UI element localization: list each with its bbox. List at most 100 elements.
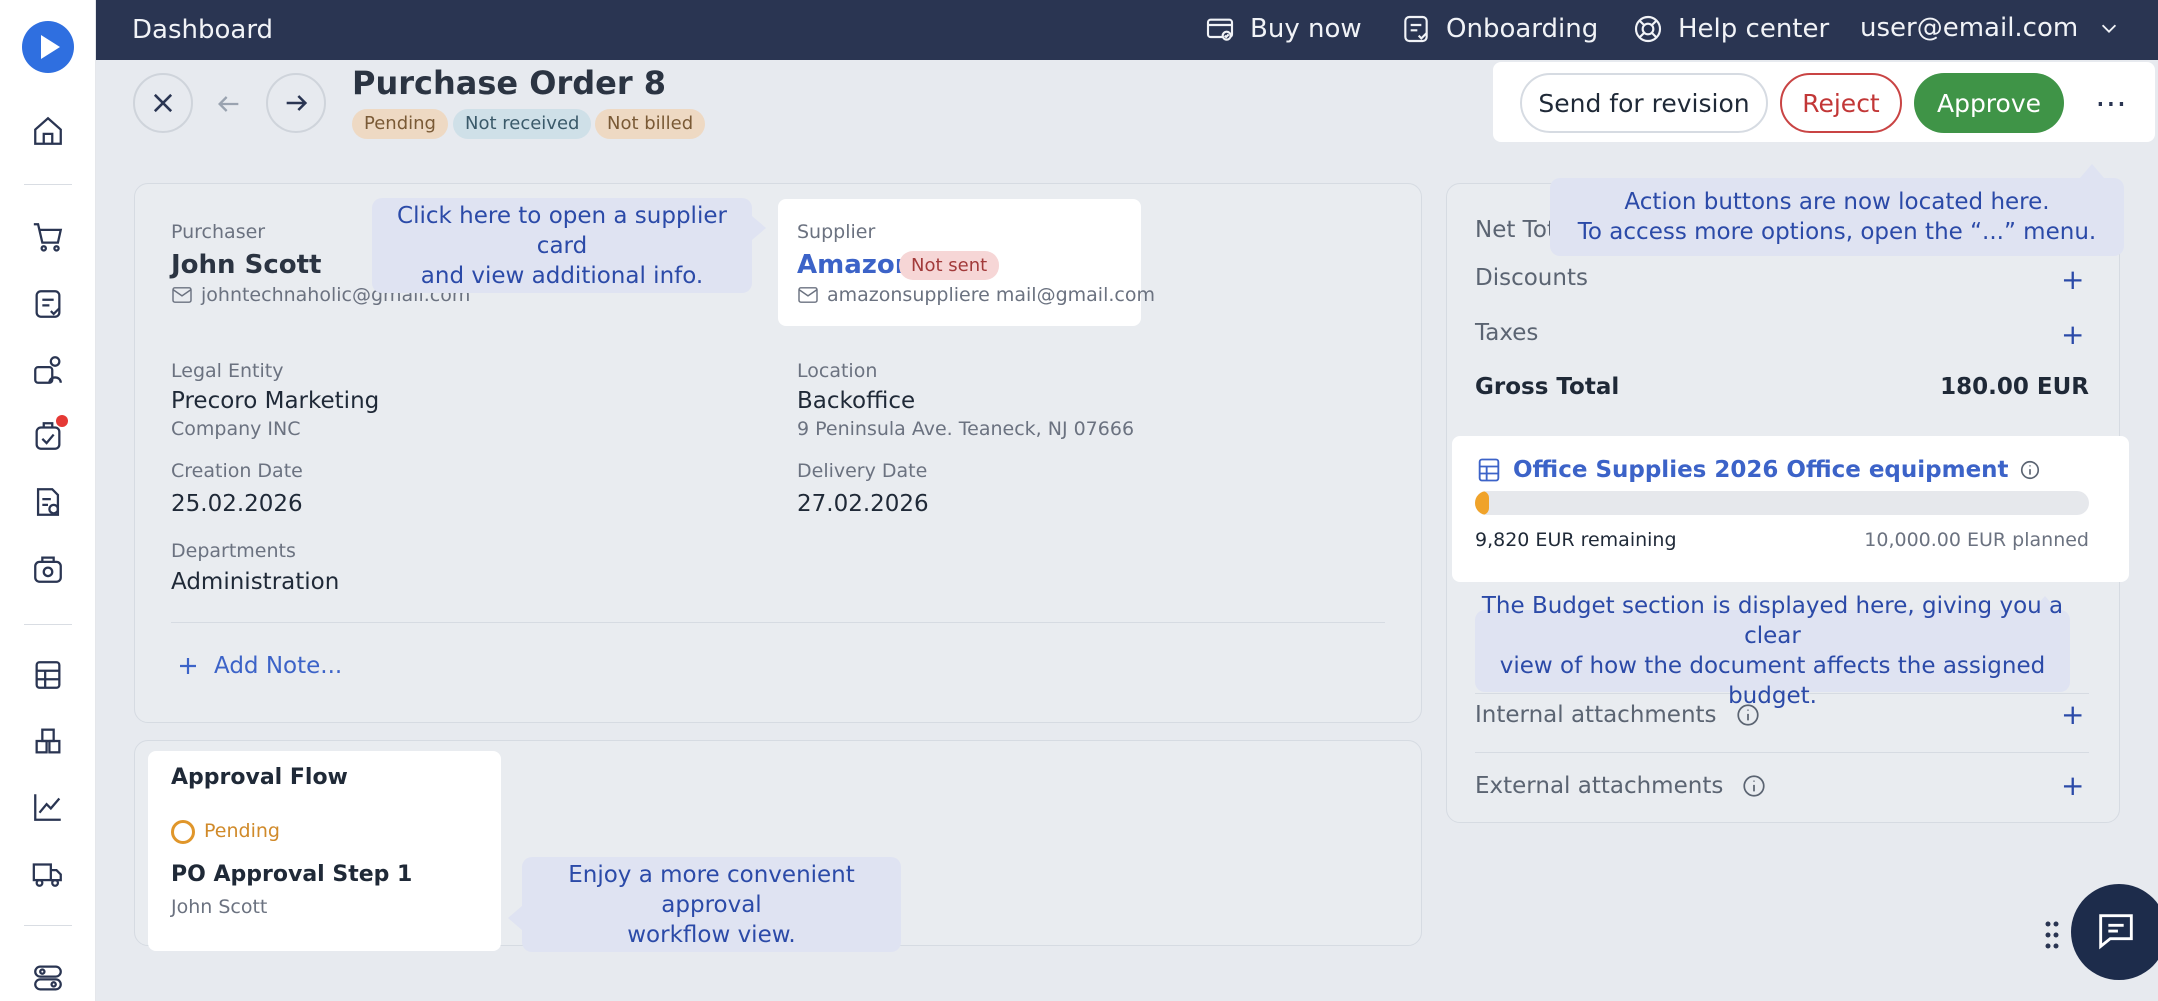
divider <box>1475 752 2089 753</box>
legal-entity-label: Legal Entity <box>171 360 284 382</box>
status-badge-received: Not received <box>453 109 592 139</box>
discounts-label: Discounts <box>1475 265 1588 291</box>
analytics-icon[interactable] <box>28 787 68 827</box>
approval-flow-title: Approval Flow <box>171 765 348 790</box>
add-note-button[interactable]: Add Note... <box>176 653 342 679</box>
delivery-date-label: Delivery Date <box>797 460 928 482</box>
info-icon[interactable] <box>2019 459 2041 481</box>
purchaser-label: Purchaser <box>171 221 266 243</box>
actions-tooltip: Action buttons are now located here. To … <box>1550 178 2124 256</box>
send-for-revision-button[interactable]: Send for revision <box>1520 73 1768 133</box>
status-badge-billed: Not billed <box>595 109 706 139</box>
buy-now-label: Buy now <box>1250 14 1362 44</box>
sidebar <box>0 0 96 1001</box>
tooltip-text: Enjoy a more convenient approval <box>568 861 855 918</box>
drag-handle-icon[interactable] <box>2044 920 2060 950</box>
location-label: Location <box>797 360 878 382</box>
delivery-date-value: 27.02.2026 <box>797 491 929 517</box>
user-menu[interactable]: user@email.com <box>1860 13 2120 43</box>
supplier-icon[interactable] <box>28 350 68 390</box>
info-icon[interactable] <box>1741 773 1767 799</box>
home-icon[interactable] <box>28 111 68 151</box>
delivery-truck-icon[interactable] <box>28 853 68 893</box>
budget-icon <box>1478 458 1500 482</box>
supplier-label: Supplier <box>797 221 876 243</box>
reject-button[interactable]: Reject <box>1780 73 1902 133</box>
budget-remaining: 9,820 EUR remaining <box>1475 529 1677 551</box>
onboarding-link[interactable]: Onboarding <box>1400 13 1598 45</box>
warehouse-icon[interactable] <box>28 721 68 761</box>
cart-icon[interactable] <box>28 217 68 257</box>
arrow-left-icon <box>218 96 239 112</box>
more-options-button[interactable]: ⋯ <box>2083 73 2139 133</box>
settings-icon[interactable] <box>28 958 68 998</box>
budget-planned: 10,000.00 EUR planned <box>1864 529 2089 551</box>
close-button[interactable] <box>133 73 193 133</box>
help-center-link[interactable]: Help center <box>1632 13 1829 45</box>
sidebar-divider <box>24 624 72 625</box>
budget-link[interactable]: Office Supplies 2026 Office equipment <box>1475 456 2041 484</box>
supplier-email-row: amazonsuppliere mail@gmail.com <box>797 284 1155 306</box>
supplier-name-link[interactable]: Amazon <box>797 250 913 280</box>
divider <box>171 622 1385 623</box>
departments-value: Administration <box>171 569 340 595</box>
plus-icon <box>180 658 196 674</box>
page-title: Purchase Order 8 <box>352 64 667 102</box>
sidebar-divider <box>24 184 72 185</box>
net-total-label: Net Tot <box>1475 217 1556 243</box>
previous-button[interactable] <box>213 90 249 118</box>
arrow-right-icon <box>286 95 308 111</box>
budget-progress-bar <box>1475 491 2089 515</box>
chat-icon <box>2099 914 2133 950</box>
next-button[interactable] <box>266 73 326 133</box>
budget-icon[interactable] <box>28 655 68 695</box>
top-bar: Dashboard Buy now Onboarding Help center… <box>96 0 2158 60</box>
location-address: 9 Peninsula Ave. Teaneck, NJ 07666 <box>797 418 1135 440</box>
tooltip-text: workflow view. <box>627 921 796 948</box>
approval-step-name: PO Approval Step 1 <box>171 862 413 887</box>
creation-date-value: 25.02.2026 <box>171 491 303 517</box>
onboarding-icon <box>1404 15 1428 43</box>
add-discount-button[interactable]: + <box>2061 263 2084 296</box>
pending-status-icon <box>171 820 195 844</box>
approver-name: John Scott <box>171 896 268 918</box>
tooltip-text: Click here to open a supplier card <box>397 202 727 259</box>
supplier-email: amazonsuppliere mail@gmail.com <box>827 284 1155 306</box>
lifebuoy-icon <box>1634 15 1662 43</box>
notification-dot <box>56 415 68 427</box>
add-note-label: Add Note... <box>214 653 343 679</box>
legal-entity-value: Precoro Marketing <box>171 388 380 414</box>
action-buttons-panel: Send for revision Reject Approve ⋯ <box>1493 62 2155 142</box>
tooltip-arrow <box>2080 164 2104 178</box>
external-attachments-label: External attachments <box>1475 773 1724 799</box>
supplier-status-badge: Not sent <box>899 251 1000 280</box>
invoice-icon[interactable] <box>28 482 68 522</box>
payment-icon[interactable] <box>28 549 68 589</box>
supplier-tooltip: Click here to open a supplier card and v… <box>372 198 752 293</box>
approval-tooltip: Enjoy a more convenient approval workflo… <box>522 857 901 952</box>
buy-now-icon <box>1206 18 1234 41</box>
taxes-label: Taxes <box>1475 320 1539 346</box>
tooltip-text: and view additional info. <box>420 262 704 289</box>
purchaser-name[interactable]: John Scott <box>171 250 321 280</box>
sidebar-divider <box>24 925 72 926</box>
buy-now-link[interactable]: Buy now <box>1204 13 1362 45</box>
budget-tooltip: The Budget section is displayed here, gi… <box>1475 593 2070 709</box>
chevron-down-icon <box>2102 24 2117 33</box>
add-tax-button[interactable]: + <box>2061 318 2084 351</box>
tooltip-text: Action buttons are now located here. <box>1624 189 2050 215</box>
creation-date-label: Creation Date <box>171 460 303 482</box>
add-external-attachment-button[interactable]: + <box>2061 769 2084 802</box>
close-icon <box>153 93 173 113</box>
onboarding-label: Onboarding <box>1446 14 1599 44</box>
purchase-order-icon[interactable] <box>28 284 68 324</box>
departments-label: Departments <box>171 540 296 562</box>
approve-button[interactable]: Approve <box>1914 73 2064 133</box>
location-value: Backoffice <box>797 388 916 414</box>
chat-button[interactable] <box>2071 884 2158 980</box>
external-attachments-row: External attachments <box>1475 773 1767 799</box>
app-logo[interactable] <box>22 21 74 73</box>
tooltip-text: view of how the document affects the ass… <box>1499 653 2046 709</box>
help-center-label: Help center <box>1678 14 1830 44</box>
dashboard-title[interactable]: Dashboard <box>132 15 273 45</box>
